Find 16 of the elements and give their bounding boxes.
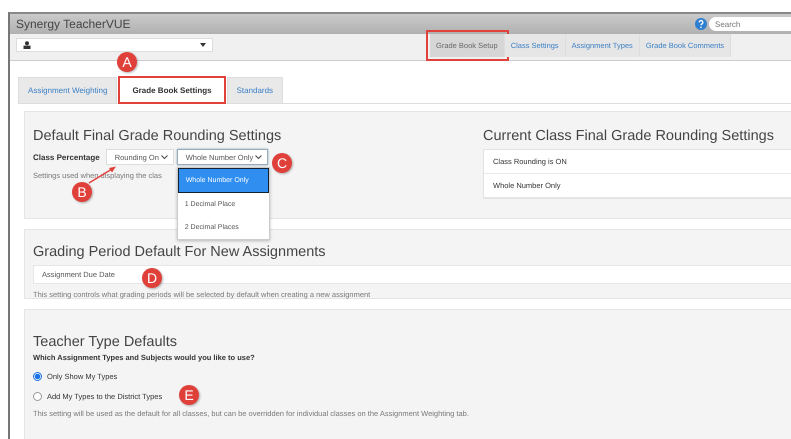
chevron-down-icon bbox=[254, 154, 262, 160]
section-heading: Teacher Type Defaults bbox=[33, 334, 178, 350]
caret-icon bbox=[200, 43, 206, 47]
section-heading: Current Class Final Grade Rounding Settings bbox=[483, 128, 775, 144]
tab[interactable]: Grade Book Settings bbox=[119, 77, 225, 103]
window-title: Synergy TeacherVUE bbox=[16, 17, 131, 31]
section-heading: Grading Period Default For New Assignments bbox=[33, 244, 327, 260]
radio-icon[interactable] bbox=[33, 392, 42, 400]
search-field[interactable]: Search bbox=[709, 17, 791, 31]
radio-icon[interactable] bbox=[33, 372, 42, 380]
person-icon bbox=[23, 41, 31, 49]
section-heading: Default Final Grade Rounding Settings bbox=[33, 128, 282, 144]
help-icon[interactable] bbox=[695, 18, 707, 30]
chevron-down-icon bbox=[160, 154, 168, 160]
tab[interactable]: Assignment Weighting bbox=[18, 77, 118, 103]
field-label: Class Percentage bbox=[33, 152, 100, 162]
